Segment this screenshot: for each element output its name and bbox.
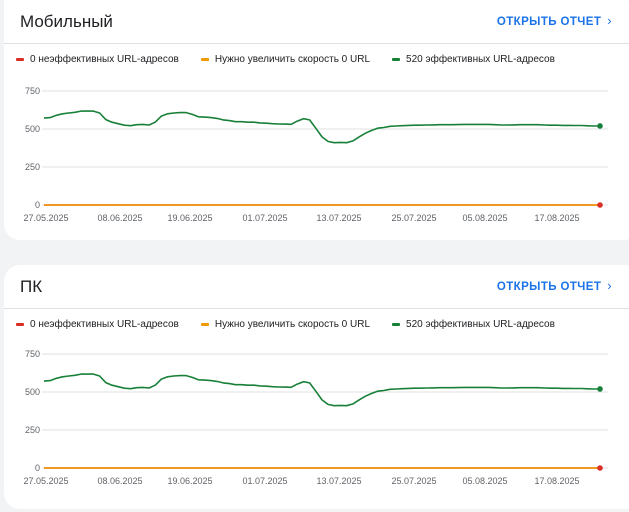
x-tick-label: 13.07.2025	[316, 476, 361, 486]
x-tick-label: 17.08.2025	[534, 213, 579, 223]
x-tick-label: 13.07.2025	[316, 213, 361, 223]
x-tick-label: 27.05.2025	[23, 213, 68, 223]
x-tick-label: 25.07.2025	[391, 213, 436, 223]
x-tick-label: 01.07.2025	[242, 213, 287, 223]
desktop-chart[interactable]: 750 500 250 0 27.05.2025 08.06.2025 19.06.2025…	[4, 265, 629, 509]
desktop-card: ПК ОТКРЫТЬ ОТЧЕТ › 0 неэффективных URL-а…	[4, 265, 629, 509]
x-tick-label: 08.06.2025	[97, 213, 142, 223]
series-endpoint	[597, 465, 603, 471]
x-tick-label: 27.05.2025	[23, 476, 68, 486]
mobile-card: Мобильный ОТКРЫТЬ ОТЧЕТ › 0 неэффективны…	[4, 0, 629, 240]
series-line	[43, 110, 600, 144]
series-endpoint	[597, 386, 603, 392]
series-line	[43, 373, 600, 407]
series-endpoint	[597, 123, 603, 129]
x-tick-label: 08.06.2025	[97, 476, 142, 486]
y-tick-label: 750	[25, 349, 40, 359]
x-tick-label: 19.06.2025	[167, 213, 212, 223]
x-tick-label: 01.07.2025	[242, 476, 287, 486]
y-tick-label: 500	[25, 387, 40, 397]
mobile-chart[interactable]: 750 500 250 0 27.05.2025 08.06.2025 19.06.2025…	[4, 0, 629, 240]
x-tick-label: 19.06.2025	[167, 476, 212, 486]
y-tick-label: 0	[35, 463, 40, 473]
y-tick-label: 250	[25, 162, 40, 172]
x-tick-label: 05.08.2025	[462, 213, 507, 223]
y-tick-label: 250	[25, 425, 40, 435]
y-tick-label: 500	[25, 124, 40, 134]
y-tick-label: 750	[25, 86, 40, 96]
series-endpoint	[597, 202, 603, 208]
x-tick-label: 25.07.2025	[391, 476, 436, 486]
x-tick-label: 05.08.2025	[462, 476, 507, 486]
x-tick-label: 17.08.2025	[534, 476, 579, 486]
y-tick-label: 0	[35, 200, 40, 210]
